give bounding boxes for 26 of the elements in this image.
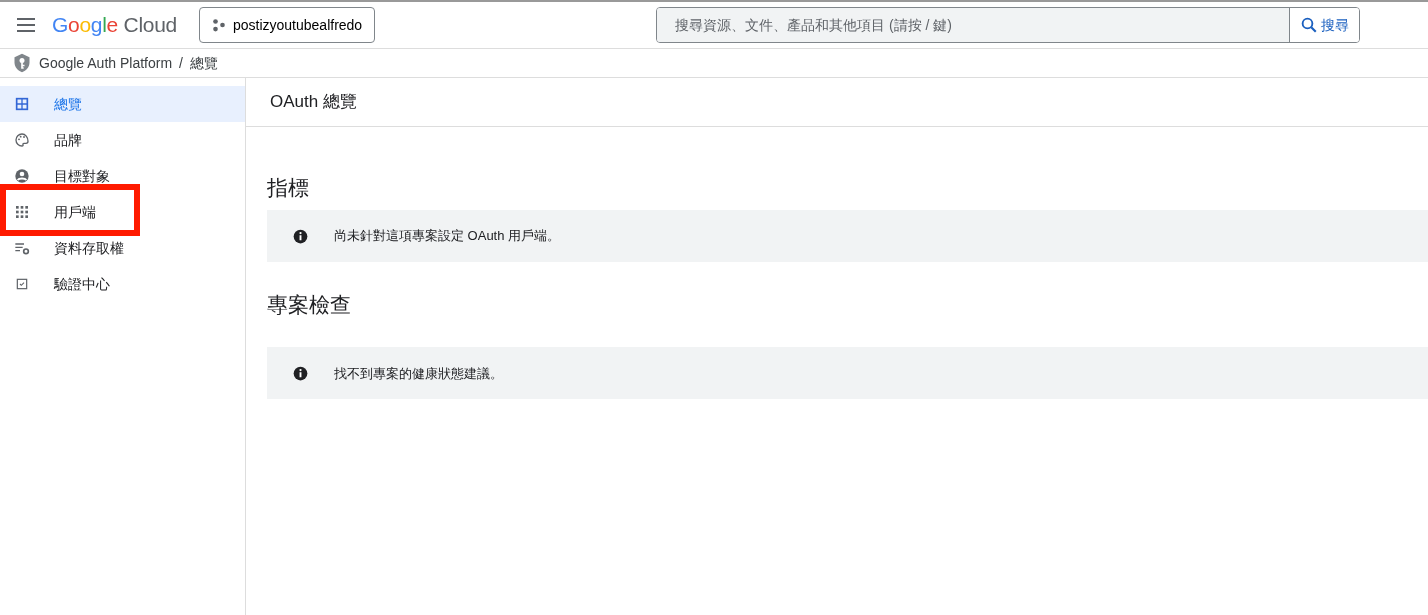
logo[interactable]: Google Cloud	[52, 9, 177, 41]
sidebar-item[interactable]: 目標對象	[0, 158, 245, 194]
sidebar-item[interactable]: 資料存取權	[0, 230, 245, 266]
account-circle-icon	[14, 168, 30, 184]
shield-key-icon	[12, 52, 32, 74]
section-heading: 指標	[267, 175, 310, 201]
sidebar-item[interactable]: 總覽	[0, 86, 245, 122]
notice-text: 尚未針對這項專案設定 OAuth 用戶端。	[334, 227, 561, 246]
section-heading: 專案檢查	[267, 292, 352, 318]
list-settings-icon	[14, 240, 30, 256]
breadcrumb-item[interactable]: 總覽	[189, 52, 218, 74]
sidebar-item[interactable]: 用戶端	[0, 194, 245, 230]
grid-icon	[14, 204, 30, 220]
checkbox-icon	[14, 276, 30, 292]
dashboard-icon	[14, 96, 30, 112]
info-icon	[293, 365, 308, 381]
palette-icon	[14, 132, 30, 148]
sidebar-item[interactable]: 品牌	[0, 122, 245, 158]
page-title: OAuth 總覽	[246, 78, 1428, 127]
notice-text: 找不到專案的健康狀態建議。	[334, 364, 503, 383]
sidebar-item[interactable]: 驗證中心	[0, 266, 245, 302]
breadcrumb-separator: /	[179, 53, 183, 73]
breadcrumb-item[interactable]: Google Auth Platform	[39, 52, 173, 74]
project-picker[interactable]: postizyoutubealfredo	[198, 7, 376, 43]
project-dots-icon	[211, 18, 226, 32]
info-icon	[293, 228, 308, 244]
